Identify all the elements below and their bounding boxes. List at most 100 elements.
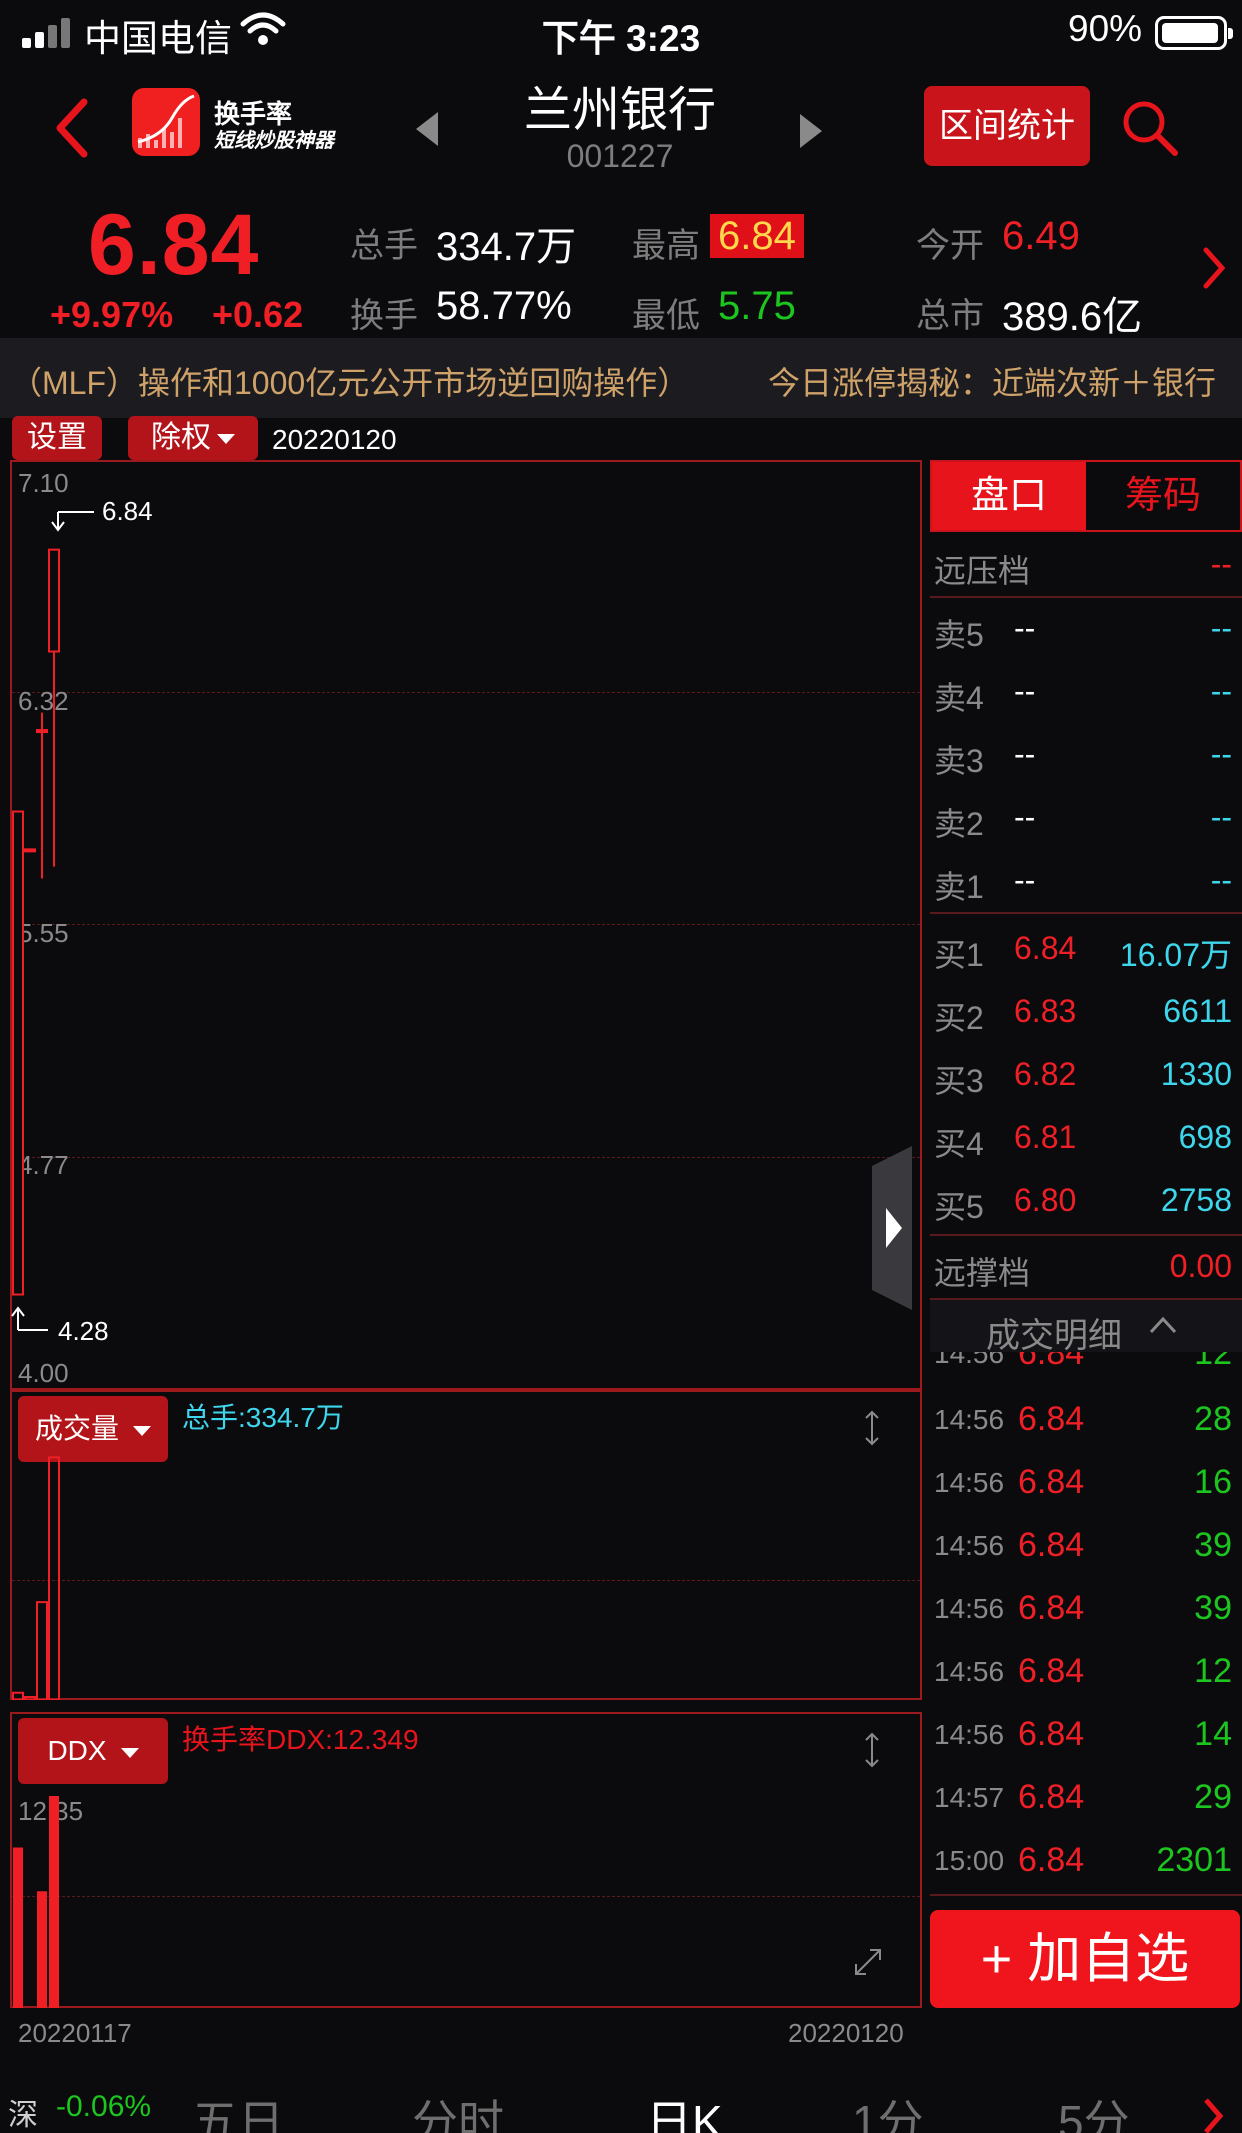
chevron-up-icon[interactable] [1148, 1314, 1178, 1336]
change-percent: +9.97% [50, 294, 174, 335]
ask-price: -- [1014, 673, 1036, 709]
next-stock-icon[interactable] [798, 112, 824, 150]
trade-time: 14:56 [934, 1530, 1005, 1561]
bid-volume: 2758 [1160, 1182, 1232, 1218]
volume-bar [48, 1456, 60, 1700]
trade-time: 14:56 [934, 1656, 1005, 1687]
clock: 下午 3:23 [541, 18, 701, 59]
trade-time: 14:56 [934, 1719, 1005, 1750]
tab-intraday[interactable]: 分时 [412, 2086, 504, 2133]
trade-detail-header[interactable]: 成交明细 [930, 1300, 1242, 1355]
chart-pager-arrow[interactable] [872, 1146, 912, 1310]
tab-5min[interactable]: 5分 [1058, 2086, 1130, 2133]
chevron-right-icon[interactable] [1202, 2096, 1224, 2133]
order-book-tabs: 盘口 筹码 [930, 460, 1242, 532]
far-pressure-label: 远压档 [934, 553, 1031, 589]
bid-row: 买2 6.83 6611 [930, 981, 1242, 1043]
trade-time: 14:57 [934, 1782, 1005, 1813]
ask-row: 卖5 -- -- [930, 598, 1242, 660]
ask-price: -- [1014, 862, 1036, 898]
volume-bar [24, 1696, 36, 1700]
trade-volume: 12 [1194, 1652, 1232, 1690]
ask-label: 卖4 [934, 680, 984, 716]
index-change: -0.06% [56, 2090, 152, 2123]
news-ticker[interactable]: （MLF）操作和1000亿元公开市场逆回购操作） 今日涨停揭秘：近端次新＋银行 [0, 338, 1242, 418]
ticker-promo[interactable]: 今日涨停揭秘：近端次新＋银行 [768, 358, 1216, 404]
trade-volume: 29 [1194, 1778, 1232, 1816]
x-axis-start: 20220117 [18, 2018, 132, 2048]
far-support-value: 0.00 [1169, 1248, 1232, 1284]
trade-row: 14:56 6.84 39 [930, 1514, 1242, 1577]
trade-price: 6.84 [1018, 1652, 1085, 1690]
far-support-label: 远撑档 [934, 1255, 1031, 1291]
status-bar: 中国电信 下午 3:23 90% [0, 0, 1242, 62]
trade-volume: 2301 [1156, 1841, 1232, 1879]
index-name: 深 [8, 2099, 38, 2132]
prev-stock-icon[interactable] [414, 110, 440, 148]
back-icon[interactable] [52, 98, 92, 158]
high-label: 最高 [632, 227, 700, 265]
trade-price: 6.84 [1018, 1778, 1085, 1816]
market-cap-label: 总市 [916, 297, 984, 335]
bid-price: 6.80 [1014, 1182, 1077, 1218]
bid-label: 买3 [934, 1063, 984, 1099]
trade-volume: 16 [1194, 1463, 1232, 1501]
max-price-annotation: 6.84 [102, 496, 153, 526]
bid-price: 6.81 [1014, 1119, 1077, 1155]
trade-time: 14:56 [934, 1467, 1005, 1498]
volume-chart [12, 1456, 60, 1700]
add-watchlist-button[interactable]: + 加自选 [930, 1910, 1240, 2008]
trade-volume: 28 [1194, 1400, 1232, 1438]
ask-row: 卖1 -- -- [930, 850, 1242, 912]
ask-volume: -- [1210, 736, 1232, 772]
range-stats-button[interactable]: 区间统计 [924, 86, 1090, 166]
ask-volume: -- [1210, 799, 1232, 835]
volume-bar [12, 1691, 24, 1700]
bid-row: 买1 6.84 16.07万 [930, 918, 1242, 980]
trade-time: 14:56 [934, 1352, 1005, 1369]
current-price: 6.84 [88, 197, 260, 293]
app-logo [132, 88, 200, 156]
tab-1min[interactable]: 1分 [852, 2086, 924, 2133]
ask-label: 卖2 [934, 806, 984, 842]
far-pressure-row: 远压档 -- [930, 534, 1242, 596]
battery-percent: 90% [1068, 8, 1143, 49]
ddx-bar [13, 1847, 23, 2008]
trade-time: 15:00 [934, 1845, 1005, 1876]
bid-label: 买5 [934, 1189, 984, 1225]
volume-bar [36, 1601, 48, 1700]
stock-name: 兰州银行 [523, 84, 716, 137]
candle-body [36, 729, 48, 734]
ask-label: 卖1 [934, 869, 984, 905]
trade-row: 14:56 6.84 16 [930, 1451, 1242, 1514]
trade-volume: 39 [1194, 1526, 1232, 1564]
candle-body [48, 548, 60, 653]
bid-label: 买4 [934, 1126, 984, 1162]
tab-order-book[interactable]: 盘口 [932, 462, 1086, 530]
exright-label: 除权 [151, 421, 211, 454]
bid-volume: 1330 [1160, 1056, 1232, 1092]
search-icon[interactable] [1120, 98, 1180, 158]
trade-volume: 14 [1194, 1715, 1232, 1753]
x-axis-end: 20220120 [788, 2018, 904, 2048]
tab-chips[interactable]: 筹码 [1086, 462, 1240, 530]
ticker-news[interactable]: （MLF）操作和1000亿元公开市场逆回购操作） [10, 358, 689, 404]
turnover-label: 换手 [350, 297, 418, 335]
caret-down-icon [217, 434, 235, 445]
exright-dropdown[interactable]: 除权 [128, 416, 258, 460]
ddx-bar [49, 1796, 59, 2008]
settings-button[interactable]: 设置 [12, 416, 102, 460]
trade-row: 14:57 6.84 29 [930, 1766, 1242, 1829]
tab-five-day[interactable]: 五日 [192, 2086, 284, 2133]
market-cap-value: 389.6亿 [1002, 295, 1143, 339]
ask-price: -- [1014, 736, 1036, 772]
high-value: 6.84 [710, 214, 804, 258]
ddx-bar [37, 1891, 47, 2008]
trade-row-partial: 14:56 6.84 12 [930, 1352, 1242, 1374]
expand-quote-icon[interactable] [1202, 246, 1226, 290]
tab-daily-k[interactable]: 日K [646, 2086, 723, 2133]
total-volume-value: 334.7万 [436, 225, 577, 269]
candle-body [12, 810, 24, 1296]
bid-row: 买5 6.80 2758 [930, 1170, 1242, 1232]
bid-label: 买2 [934, 1000, 984, 1036]
